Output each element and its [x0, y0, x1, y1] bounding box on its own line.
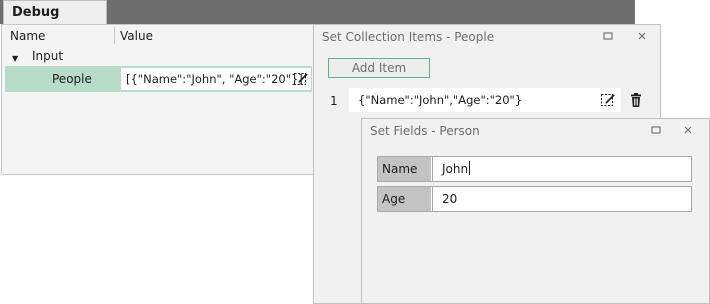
tab-debug-values[interactable]: Debug Values — [3, 0, 107, 44]
field-row-age: Age 20 — [377, 186, 692, 212]
window-title: Set Collection Items - People — [322, 30, 495, 44]
pencil-square-icon[interactable] — [600, 92, 616, 108]
age-field[interactable]: 20 — [432, 187, 691, 211]
maximize-icon[interactable] — [601, 29, 615, 43]
window-title: Set Fields - Person — [370, 124, 480, 138]
column-header-name[interactable]: Name — [10, 29, 45, 43]
close-icon[interactable] — [635, 29, 649, 43]
caret-down-icon[interactable]: ▼ — [12, 54, 18, 63]
field-row-name: Name John — [377, 156, 692, 182]
collection-item-index: 1 — [330, 94, 338, 108]
trash-icon[interactable] — [628, 92, 644, 108]
tree-row-people[interactable]: People [{"Name":"John", "Age":"20"}] — [5, 66, 312, 92]
field-label-name: Name — [378, 157, 431, 181]
column-header-value[interactable]: Value — [120, 29, 153, 43]
field-label-age: Age — [378, 187, 431, 211]
name-field[interactable]: John — [432, 157, 691, 181]
add-item-button[interactable]: Add Item — [328, 58, 430, 78]
row-name-people: People — [52, 72, 92, 86]
collection-item-value[interactable]: {"Name":"John","Age":"20"} — [349, 88, 621, 112]
maximize-icon[interactable] — [649, 123, 663, 137]
name-field-text: John — [442, 162, 469, 176]
set-fields-window: Set Fields - Person Name John Age 20 — [361, 118, 710, 304]
close-icon[interactable] — [681, 123, 695, 137]
pencil-square-icon[interactable] — [293, 71, 309, 87]
text-caret — [469, 161, 471, 175]
tree-group-input[interactable]: Input — [32, 49, 63, 63]
column-divider[interactable] — [114, 27, 115, 44]
row-value-people[interactable]: [{"Name":"John", "Age":"20"}] — [121, 68, 311, 90]
